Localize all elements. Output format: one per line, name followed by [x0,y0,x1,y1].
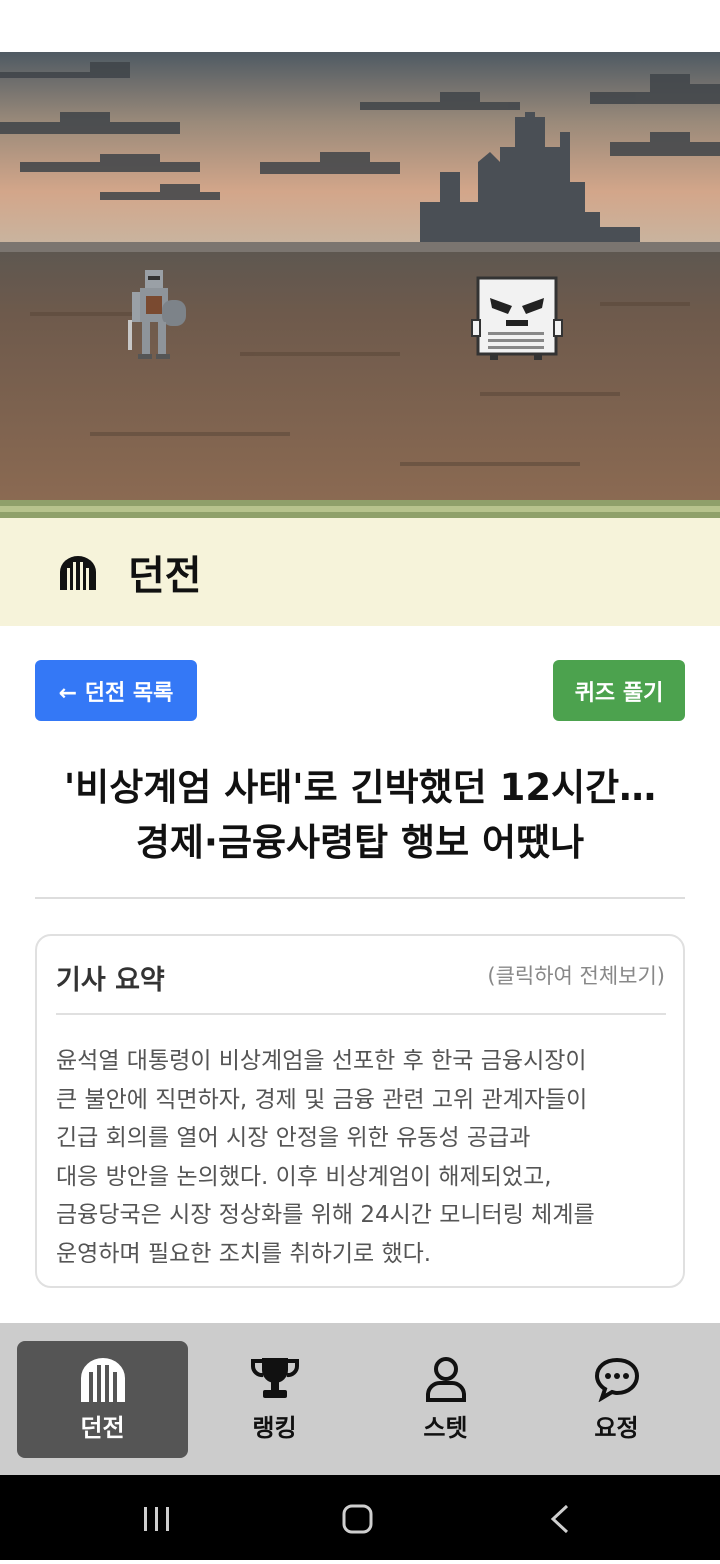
dungeon-gate-icon [60,556,96,590]
back-to-dungeon-list-button[interactable]: ← 던전 목록 [35,660,197,721]
summary-title: 기사 요약 [56,965,165,996]
summary-line: 금융당국은 시장 정상화를 위해 24시간 모니터링 체계를 [56,1202,595,1228]
trophy-icon [250,1358,299,1398]
status-bar [0,0,720,52]
headline-line-1: '비상계엄 사태'로 긴박했던 12시간… [63,766,657,809]
system-navigation-bar [0,1475,720,1560]
summary-line: 운영하며 필요한 조치를 취하기로 했다. [56,1240,432,1267]
chat-bubble-icon [594,1357,639,1402]
nav-label-dungeon: 던전 [80,1414,125,1442]
summary-text: 윤석열 대통령이 비상계엄을 선포한 후 한국 금융시장이 큰 불안에 직면하자… [56,1042,670,1273]
battle-scene [0,52,720,518]
nav-label-stats: 스텟 [423,1414,468,1442]
back-icon[interactable] [550,1504,569,1534]
nav-label-ranking: 랭킹 [252,1414,297,1442]
summary-expand-hint[interactable]: (클릭하여 전체보기) [487,960,665,990]
summary-line: 윤석열 대통령이 비상계엄을 선포한 후 한국 금융시장이 [56,1048,587,1074]
nav-item-ranking[interactable]: 랭킹 [189,1341,360,1458]
solve-quiz-button[interactable]: 퀴즈 풀기 [553,660,685,721]
summary-line: 큰 불안에 직면하자, 경제 및 금융 관련 고위 관계자들이 [56,1086,588,1113]
dungeon-gate-icon [80,1358,125,1402]
summary-line: 대응 방안을 논의했다. 이후 비상계엄이 해제되었고, [56,1163,552,1190]
article-headline: '비상계엄 사태'로 긴박했던 12시간… 경제·금융사령탑 행보 어땠나 [20,760,700,870]
article-summary-card[interactable]: 기사 요약 (클릭하여 전체보기) 윤석열 대통령이 비상계엄을 선포한 후 한… [35,934,685,1288]
user-icon [425,1357,466,1402]
home-icon[interactable] [342,1504,373,1534]
dungeon-header: 던전 [0,518,720,626]
newspaper-monster-sprite [471,276,563,360]
bottom-navigation: 던전 랭킹 스텟 요정 [0,1323,720,1475]
summary-divider [56,1013,666,1015]
nav-label-fairy: 요정 [594,1414,639,1442]
page-title: 던전 [128,553,202,599]
summary-line: 긴급 회의를 열어 시장 안정을 위한 유동성 공급과 [56,1125,531,1151]
headline-divider [35,897,685,899]
nav-item-stats[interactable]: 스텟 [360,1341,531,1458]
nav-item-dungeon[interactable]: 던전 [17,1341,188,1458]
battle-scene-image [0,52,720,518]
recent-apps-icon[interactable] [144,1507,169,1531]
nav-item-fairy[interactable]: 요정 [531,1341,702,1458]
headline-line-2: 경제·금융사령탑 행보 어땠나 [135,821,585,864]
